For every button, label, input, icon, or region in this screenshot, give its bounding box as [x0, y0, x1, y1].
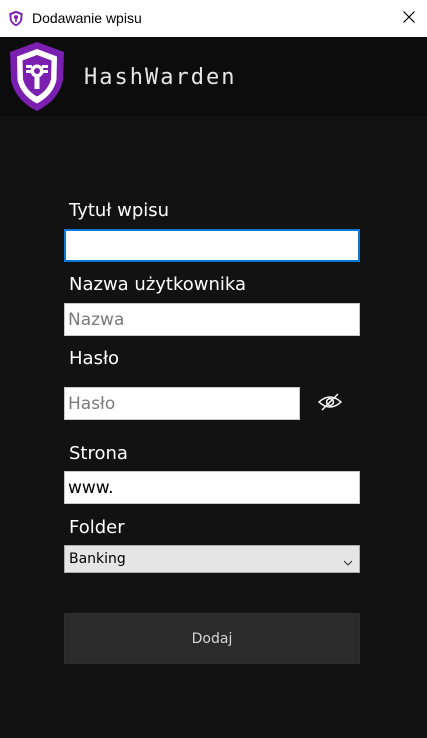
chevron-down-icon	[343, 555, 353, 566]
window-title: Dodawanie wpisu	[32, 10, 142, 26]
folder-label: Folder	[69, 517, 125, 538]
folder-selected-value: Banking	[69, 551, 126, 567]
hashwarden-logo-icon	[6, 40, 68, 113]
app-header: HashWarden	[0, 37, 427, 116]
site-input[interactable]	[64, 471, 360, 504]
username-label: Nazwa użytkownika	[69, 274, 247, 295]
close-button[interactable]	[391, 0, 427, 37]
title-label: Tytuł wpisu	[69, 200, 170, 221]
site-label: Strona	[69, 443, 128, 464]
title-input[interactable]	[64, 229, 360, 262]
eye-slash-icon	[317, 392, 343, 417]
title-bar: Dodawanie wpisu	[0, 0, 427, 37]
add-entry-button[interactable]: Dodaj	[64, 613, 360, 664]
password-label: Hasło	[69, 348, 120, 369]
app-shield-icon	[8, 10, 24, 27]
add-entry-button-label: Dodaj	[191, 630, 233, 647]
close-icon	[403, 10, 415, 28]
brand-name: HashWarden	[84, 65, 237, 90]
toggle-password-visibility-button[interactable]	[316, 392, 344, 416]
folder-select[interactable]: Banking	[64, 545, 360, 573]
add-entry-window: Dodawanie wpisu HashWarden Tytuł wpisu N…	[0, 0, 427, 738]
password-input[interactable]	[64, 387, 300, 420]
username-input[interactable]	[64, 303, 360, 336]
